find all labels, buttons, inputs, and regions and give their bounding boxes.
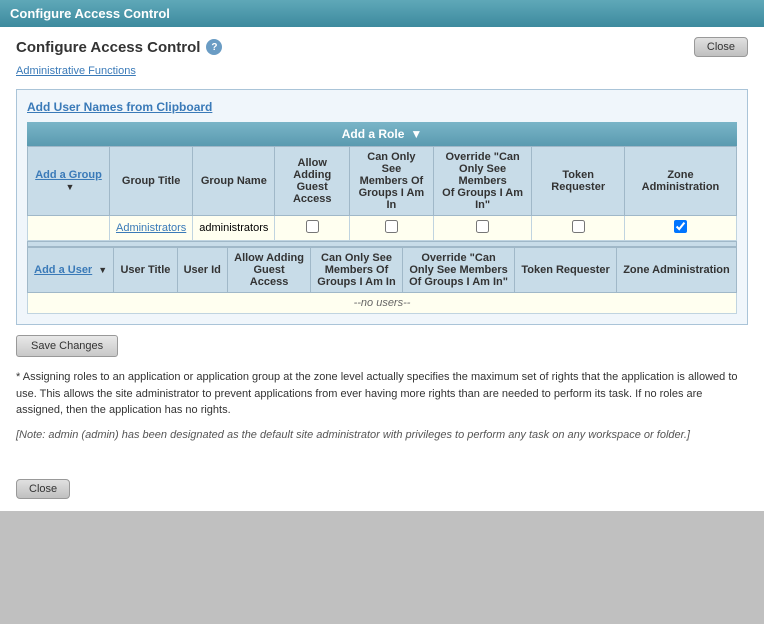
col-user-id: User Id (177, 248, 227, 293)
admin-functions-link[interactable]: Administrative Functions (16, 65, 748, 77)
add-role-label: Add a Role (342, 127, 405, 141)
no-users-row: --no users-- (28, 293, 737, 314)
add-from-clipboard-link[interactable]: Add User Names from Clipboard (27, 100, 737, 114)
group-can-only-see-checkbox-cell (350, 216, 434, 241)
user-table: Add a User ▼ User Title User Id Allow Ad… (27, 247, 737, 314)
page-title-area: Configure Access Control ? (16, 39, 222, 56)
col-user-token-requester: Token Requester (515, 248, 617, 293)
col-override-can-only: Override "CanOnly See MembersOf Groups I… (433, 147, 532, 216)
main-note: * Assigning roles to an application or a… (16, 369, 748, 419)
col-add-user: Add a User ▼ (28, 248, 114, 293)
col-allow-adding-guest: Allow AddingGuestAccess (275, 147, 350, 216)
col-user-can-only-see: Can Only SeeMembers OfGroups I Am In (311, 248, 403, 293)
col-zone-administration-groups: Zone Administration (624, 147, 736, 216)
bottom-close-area: Close (0, 467, 764, 511)
group-can-only-see-checkbox[interactable] (385, 220, 398, 233)
add-role-funnel-icon: ▼ (410, 127, 422, 141)
group-table: Add a Group ▼ Group Title Group Name All… (27, 146, 737, 241)
group-token-requester-checkbox-cell (532, 216, 624, 241)
col-user-title: User Title (114, 248, 177, 293)
help-icon[interactable]: ? (206, 39, 222, 55)
add-group-funnel-icon: ▼ (66, 182, 75, 192)
col-can-only-see-members: Can Only SeeMembers OfGroups I Am In (350, 147, 434, 216)
group-name-cell: administrators (193, 216, 275, 241)
close-button-top[interactable]: Close (694, 37, 748, 57)
group-zone-admin-checkbox[interactable] (674, 220, 687, 233)
add-user-link[interactable]: Add a User (34, 264, 92, 276)
group-allow-guest-checkbox-cell (275, 216, 350, 241)
notes-section: * Assigning roles to an application or a… (16, 369, 748, 443)
group-override-checkbox[interactable] (476, 220, 489, 233)
group-row: Administrators administrators (28, 216, 737, 241)
group-title-cell[interactable]: Administrators (109, 216, 192, 241)
add-user-funnel-icon: ▼ (98, 265, 107, 275)
col-group-name: Group Name (193, 147, 275, 216)
add-role-header: Add a Role ▼ (27, 122, 737, 146)
close-button-bottom[interactable]: Close (16, 479, 70, 499)
col-user-override: Override "CanOnly See MembersOf Groups I… (402, 248, 514, 293)
title-bar: Configure Access Control (0, 0, 764, 27)
col-group-title: Group Title (109, 147, 192, 216)
col-user-allow-adding-guest: Allow AddingGuestAccess (227, 248, 310, 293)
group-override-checkbox-cell (433, 216, 532, 241)
group-token-requester-checkbox[interactable] (572, 220, 585, 233)
page-header: Configure Access Control ? Close (16, 37, 748, 57)
col-token-requester: Token Requester (532, 147, 624, 216)
outer-panel: Add User Names from Clipboard Add a Role… (16, 89, 748, 325)
col-user-zone-admin: Zone Administration (616, 248, 736, 293)
group-zone-admin-checkbox-cell (624, 216, 736, 241)
save-changes-button[interactable]: Save Changes (16, 335, 118, 357)
group-allow-guest-checkbox[interactable] (306, 220, 319, 233)
title-bar-label: Configure Access Control (10, 6, 170, 21)
no-users-cell: --no users-- (28, 293, 737, 314)
group-row-empty (28, 216, 110, 241)
col-add-group: Add a Group ▼ (28, 147, 110, 216)
add-group-link[interactable]: Add a Group (35, 169, 102, 181)
page-title: Configure Access Control (16, 39, 200, 56)
italic-note: [Note: admin (admin) has been designated… (16, 427, 748, 444)
